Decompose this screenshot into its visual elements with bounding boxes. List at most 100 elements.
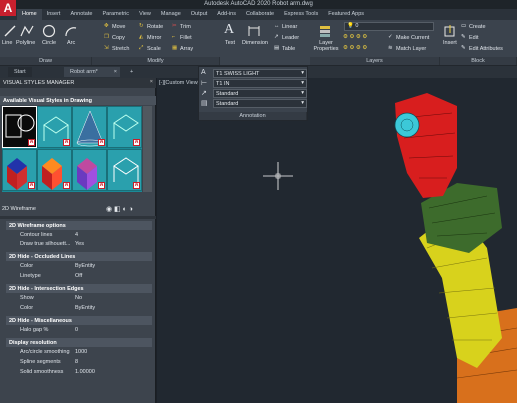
prop-row[interactable]: Draw true silhouett... Yes — [6, 240, 152, 249]
array-button[interactable]: ▦ Array — [172, 45, 193, 52]
leader-icon: ↗ — [274, 34, 279, 40]
mirror-button[interactable]: ◭ Mirror — [139, 34, 161, 41]
prop-row[interactable]: Contour lines 4 — [6, 231, 152, 240]
make-current-button[interactable]: ✓ Make Current — [388, 34, 429, 41]
layer-properties-button[interactable]: Layer Properties — [312, 40, 340, 52]
text-style-icon: A — [201, 69, 206, 76]
close-palette-icon[interactable]: × — [150, 79, 153, 85]
annotation-panel-expanded: A T1 SWISS LIGHT ▾ ⊢ T1 IN ▾ ↗ Standard ▾ ▤… — [198, 66, 308, 121]
multileader-style-dropdown[interactable]: Standard ▾ — [213, 89, 307, 98]
close-tab-icon[interactable]: × — [114, 69, 117, 75]
trim-button[interactable]: ✂ Trim — [172, 23, 191, 30]
tab-parametric[interactable]: Parametric — [97, 9, 134, 20]
insert-button[interactable]: Insert — [443, 40, 457, 46]
section-intersection-edges[interactable]: 2D Hide - Intersection Edges — [6, 284, 152, 293]
style-thumb-conceptual-wire[interactable]: A — [37, 106, 72, 148]
prop-row[interactable]: Solid smoothness 1.00000 — [6, 368, 152, 377]
prop-row[interactable]: Color ByEntity — [6, 262, 152, 271]
draw-panel-title[interactable]: Draw — [0, 57, 92, 65]
style-thumb-shaded-edges[interactable]: A — [37, 149, 72, 191]
style-thumb-shades-of-gray[interactable]: A — [72, 149, 107, 191]
tab-collaborate[interactable]: Collaborate — [241, 9, 279, 20]
application-menu-button[interactable]: A — [0, 0, 16, 16]
move-button[interactable]: ✥ Move — [104, 23, 125, 30]
style-thumb-2d-wireframe[interactable]: A — [2, 106, 37, 148]
tab-view[interactable]: View — [134, 9, 156, 20]
text-style-dropdown[interactable]: T1 SWISS LIGHT ▾ — [213, 69, 307, 78]
section-display-resolution[interactable]: Display resolution — [6, 338, 152, 347]
style-thumb-hidden[interactable]: A — [72, 106, 107, 148]
annotation-panel-title[interactable]: Annotation — [199, 112, 307, 120]
section-occluded-lines[interactable]: 2D Hide - Occluded Lines — [6, 252, 152, 261]
prop-row[interactable]: Show No — [6, 294, 152, 303]
document-tab[interactable]: Robot arm* × — [64, 67, 120, 77]
prop-row[interactable]: Color ByEntity — [6, 304, 152, 313]
drawing-viewport[interactable]: [-][Custom View] — [157, 78, 517, 403]
chevron-down-icon: ▾ — [301, 70, 304, 76]
lightbulb-icon: 💡 — [347, 23, 354, 29]
block-panel-title[interactable]: Block — [440, 57, 517, 65]
table-icon: ▤ — [274, 45, 280, 51]
polyline-button[interactable]: Polyline — [16, 40, 35, 46]
available-styles-header[interactable]: Available Visual Styles in Drawing — [0, 96, 156, 105]
section-2d-wireframe-options[interactable]: 2D Wireframe options — [6, 221, 152, 230]
prop-row[interactable]: Spline segments 8 — [6, 358, 152, 367]
stretch-button[interactable]: ⇲ Stretch — [104, 45, 129, 52]
text-button[interactable]: Text — [225, 40, 235, 46]
new-tab-button[interactable]: + — [124, 67, 139, 77]
trim-icon: ✂ — [172, 23, 177, 29]
table-button[interactable]: ▤ Table — [274, 45, 295, 52]
prop-row[interactable]: Halo gap % 0 — [6, 326, 152, 335]
match-layer-button[interactable]: ≋ Match Layer — [388, 45, 426, 52]
edit-attributes-button[interactable]: ✎ Edit Attributes — [461, 45, 503, 52]
prop-row[interactable]: Arc/circle smoothing 1000 — [6, 348, 152, 357]
fillet-button[interactable]: ⌐ Fillet — [172, 34, 192, 41]
copy-icon: ❐ — [104, 34, 109, 40]
scale-icon: ⤢ — [139, 45, 144, 51]
linear-button[interactable]: ↔ Linear — [274, 23, 297, 30]
prop-row[interactable]: Linetype Off — [6, 272, 152, 281]
rotate-button[interactable]: ↻ Rotate — [139, 23, 163, 30]
layer-dropdown[interactable]: 💡 0 — [344, 22, 434, 31]
dim-style-icon: ⊢ — [201, 80, 208, 87]
tab-annotate[interactable]: Annotate — [65, 9, 97, 20]
rotate-icon: ↻ — [139, 23, 144, 29]
circle-button[interactable]: Circle — [42, 40, 56, 46]
style-thumb-realistic-wire[interactable]: A — [107, 106, 142, 148]
linear-dimension-icon: ↔ — [274, 23, 280, 29]
tab-insert[interactable]: Insert — [42, 9, 66, 20]
style-thumb-sketchy[interactable]: A — [107, 149, 142, 191]
scale-button[interactable]: ⤢ Scale — [139, 45, 161, 52]
style-actions-icons[interactable]: ◉ ◧ ◐ ◑ — [106, 205, 133, 213]
start-tab[interactable]: Start — [8, 67, 32, 77]
table-style-dropdown[interactable]: Standard ▾ — [213, 99, 307, 108]
line-icon — [4, 25, 16, 37]
dimension-button[interactable]: Dimension — [242, 40, 268, 46]
robot-upper-arm — [395, 93, 457, 198]
chevron-down-icon: ▾ — [301, 80, 304, 86]
tab-output[interactable]: Output — [186, 9, 213, 20]
dim-style-dropdown[interactable]: T1 IN ▾ — [213, 79, 307, 88]
edit-block-icon: ✎ — [461, 34, 466, 40]
tab-express-tools[interactable]: Express Tools — [279, 9, 323, 20]
layers-panel-title[interactable]: Layers — [310, 57, 440, 65]
autocad-badge-icon: A — [28, 139, 35, 146]
leader-button[interactable]: ↗ Leader — [274, 34, 299, 41]
autocad-badge-icon: A — [133, 182, 140, 189]
visual-styles-manager: VISUAL STYLES MANAGER × Available Visual… — [0, 78, 156, 403]
copy-button[interactable]: ❐ Copy — [104, 34, 125, 41]
line-button[interactable]: Line — [2, 40, 12, 46]
tab-featured-apps[interactable]: Featured Apps — [323, 9, 369, 20]
arc-button[interactable]: Arc — [67, 40, 75, 46]
section-miscellaneous[interactable]: 2D Hide - Miscellaneous — [6, 316, 152, 325]
create-block-button[interactable]: ▭ Create — [461, 23, 486, 30]
style-thumb-shaded[interactable]: A — [2, 149, 37, 191]
tab-home[interactable]: Home — [17, 9, 42, 20]
tab-addins[interactable]: Add-ins — [212, 9, 241, 20]
styles-scrollbar[interactable] — [143, 106, 152, 192]
modify-panel-title[interactable]: Modify — [92, 57, 220, 65]
tab-manage[interactable]: Manage — [156, 9, 186, 20]
autocad-badge-icon: A — [98, 139, 105, 146]
edit-block-button[interactable]: ✎ Edit — [461, 34, 478, 41]
palette-splitter[interactable] — [0, 216, 156, 219]
